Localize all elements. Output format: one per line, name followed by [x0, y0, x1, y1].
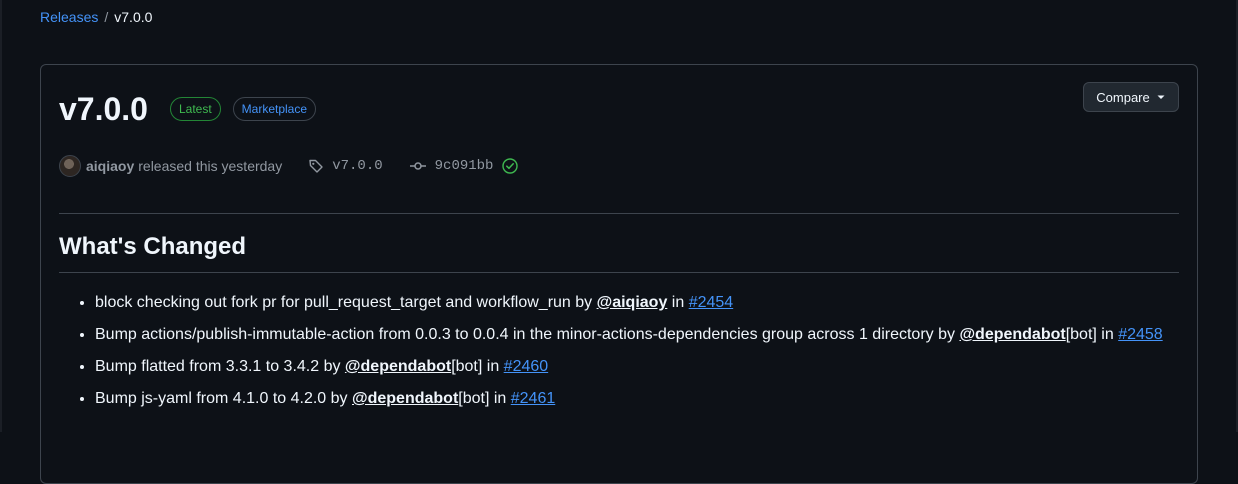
- pr-link[interactable]: #2461: [511, 390, 556, 407]
- list-item: Bump flatted from 3.3.1 to 3.4.2 by @dep…: [95, 355, 1215, 379]
- released-text: released this yesterday: [138, 158, 283, 174]
- tag-icon: [309, 159, 323, 173]
- in-text: in: [489, 390, 511, 407]
- mention-link[interactable]: @aiqiaoy: [597, 294, 668, 311]
- release-card: v7.0.0 Latest Marketplace Compare aiqiao…: [40, 64, 1198, 484]
- change-text: Bump actions/publish-immutable-action fr…: [95, 326, 960, 343]
- in-text: in: [1096, 326, 1119, 343]
- window-edge-left: [0, 0, 2, 432]
- breadcrumb-separator: /: [104, 9, 109, 25]
- changes-list: block checking out fork pr for pull_requ…: [59, 291, 1215, 419]
- section-divider: [59, 213, 1179, 214]
- commit-sha: 9c091bb: [434, 158, 494, 174]
- mention-link[interactable]: @dependabot: [352, 390, 458, 407]
- mention-link[interactable]: @dependabot: [959, 326, 1065, 343]
- in-text: in: [667, 294, 689, 311]
- release-title-row: v7.0.0 Latest Marketplace: [59, 87, 328, 131]
- list-item: block checking out fork pr for pull_requ…: [95, 291, 1215, 315]
- verified-check-icon[interactable]: [502, 158, 519, 174]
- pr-link[interactable]: #2458: [1118, 326, 1163, 343]
- list-item: Bump actions/publish-immutable-action fr…: [95, 323, 1215, 347]
- commit-icon: [409, 162, 426, 170]
- latest-badge: Latest: [169, 97, 221, 121]
- whats-changed-heading: What's Changed: [59, 233, 247, 260]
- pr-link[interactable]: #2460: [504, 358, 549, 375]
- compare-button[interactable]: Compare: [1083, 82, 1179, 112]
- commit-link[interactable]: 9c091bb: [409, 158, 519, 174]
- bot-suffix: [bot]: [458, 390, 490, 407]
- tag-link[interactable]: v7.0.0: [308, 158, 383, 174]
- marketplace-badge[interactable]: Marketplace: [232, 97, 317, 121]
- release-title[interactable]: v7.0.0: [59, 87, 148, 131]
- tag-name: v7.0.0: [332, 158, 383, 174]
- avatar[interactable]: [59, 155, 81, 177]
- breadcrumb-current: v7.0.0: [114, 9, 153, 25]
- change-text: Bump js-yaml from 4.1.0 to 4.2.0 by: [95, 390, 352, 407]
- bot-suffix: [bot]: [1065, 326, 1097, 343]
- breadcrumb: Releases / v7.0.0: [40, 8, 152, 26]
- change-text: Bump flatted from 3.3.1 to 3.4.2 by: [95, 358, 345, 375]
- caret-down-icon: [1157, 95, 1165, 99]
- bot-suffix: [bot]: [451, 358, 483, 375]
- release-meta: aiqiaoy released this yesterday v7.0.0 9…: [59, 155, 519, 177]
- change-text: block checking out fork pr for pull_requ…: [95, 294, 597, 311]
- mention-link[interactable]: @dependabot: [345, 358, 451, 375]
- pr-link[interactable]: #2454: [689, 294, 734, 311]
- in-text: in: [482, 358, 504, 375]
- heading-underline: [59, 272, 1179, 273]
- breadcrumb-releases-link[interactable]: Releases: [40, 9, 98, 25]
- list-item: Bump js-yaml from 4.1.0 to 4.2.0 by @dep…: [95, 387, 1215, 411]
- compare-label: Compare: [1096, 89, 1150, 105]
- author-link[interactable]: aiqiaoy: [86, 158, 134, 174]
